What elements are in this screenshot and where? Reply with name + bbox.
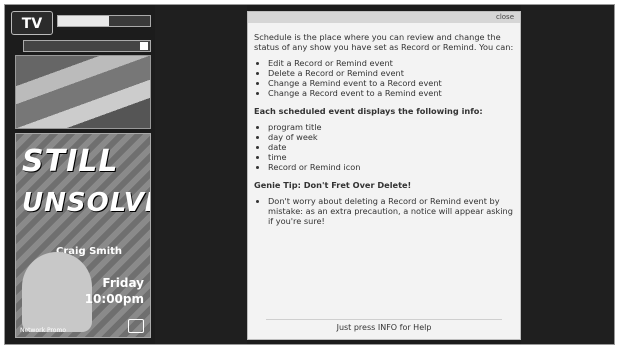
tv-guide-screen: TV STILL UNSOLVED Craig Smith Friday 10:… xyxy=(4,4,615,345)
info-list: program title day of week date time Reco… xyxy=(268,122,516,172)
info-item: Record or Remind icon xyxy=(268,162,516,172)
intro-text: Schedule is the place where you can revi… xyxy=(254,32,514,52)
info-item: day of week xyxy=(268,132,516,142)
right-dark-panel xyxy=(521,5,614,344)
promo-poster[interactable]: STILL UNSOLVED Craig Smith Friday 10:00p… xyxy=(15,133,151,338)
action-item: Change a Remind event to a Record event xyxy=(268,78,516,88)
left-dark-panel xyxy=(155,5,247,344)
network-logo-icon xyxy=(128,319,144,333)
channel-progress-fill xyxy=(58,16,109,26)
info-item: time xyxy=(268,152,516,162)
tip-heading: Genie Tip: Don't Fret Over Delete! xyxy=(254,180,412,190)
tip-list: Don't worry about deleting a Record or R… xyxy=(268,196,516,226)
info-heading: Each scheduled event displays the follow… xyxy=(254,106,483,116)
left-column: TV STILL UNSOLVED Craig Smith Friday 10:… xyxy=(5,5,155,344)
poster-title-line2: UNSOLVED xyxy=(22,188,150,218)
info-item: program title xyxy=(268,122,516,132)
tip-item: Don't worry about deleting a Record or R… xyxy=(268,196,516,226)
info-icon[interactable] xyxy=(140,42,148,50)
info-bar xyxy=(23,40,151,52)
help-footer: Just press INFO for Help xyxy=(248,319,520,333)
info-item: date xyxy=(268,142,516,152)
close-button[interactable]: close xyxy=(496,13,514,22)
action-item: Change a Record event to a Remind event xyxy=(268,88,516,98)
panel-body: Schedule is the place where you can revi… xyxy=(254,32,516,234)
poster-small-text: Network Promo xyxy=(20,327,66,334)
tv-logo: TV xyxy=(11,11,53,35)
host-photo xyxy=(22,252,92,332)
action-item: Edit a Record or Remind event xyxy=(268,58,516,68)
panel-titlebar: close xyxy=(248,12,520,23)
poster-title-line1: STILL xyxy=(22,144,119,179)
schedule-help-panel: close Schedule is the place where you ca… xyxy=(247,11,521,340)
footer-text: Just press INFO for Help xyxy=(336,323,432,332)
footer-divider xyxy=(266,319,502,320)
actions-list: Edit a Record or Remind event Delete a R… xyxy=(268,58,516,98)
live-tv-thumbnail[interactable] xyxy=(15,55,151,129)
poster-day: Friday xyxy=(102,276,144,290)
poster-time: 10:00pm xyxy=(84,292,144,306)
action-item: Delete a Record or Remind event xyxy=(268,68,516,78)
channel-progress-bar xyxy=(57,15,151,27)
